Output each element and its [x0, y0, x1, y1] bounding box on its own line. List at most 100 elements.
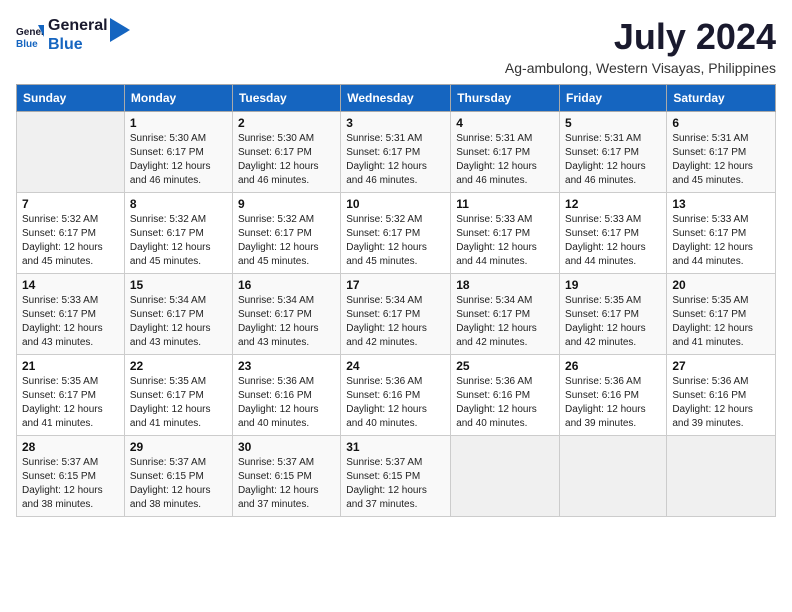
svg-text:General: General [16, 27, 44, 38]
day-info: Sunrise: 5:30 AMSunset: 6:17 PMDaylight:… [238, 132, 335, 188]
day-info: Sunrise: 5:35 AMSunset: 6:17 PMDaylight:… [22, 375, 119, 431]
day-info: Sunrise: 5:32 AMSunset: 6:17 PMDaylight:… [346, 213, 445, 269]
calendar-cell: 29 Sunrise: 5:37 AMSunset: 6:15 PMDayligh… [124, 436, 232, 517]
day-number: 19 [565, 278, 661, 292]
day-number: 15 [130, 278, 227, 292]
calendar-week-3: 14Sunrise: 5:33 AMSunset: 6:17 PMDayligh… [17, 274, 776, 355]
day-number: 7 [22, 197, 119, 211]
day-info: Sunrise: 5:30 AMSunset: 6:17 PMDaylight:… [130, 132, 227, 188]
day-number: 13 [672, 197, 770, 211]
day-header-saturday: Saturday [667, 85, 776, 112]
day-header-sunday: Sunday [17, 85, 125, 112]
title-block: July 2024 Ag-ambulong, Western Visayas, … [505, 16, 776, 76]
day-info: Sunrise: 5:35 AMSunset: 6:17 PMDaylight:… [565, 294, 661, 350]
day-number: 11 [456, 197, 554, 211]
day-number: 28 [22, 440, 119, 454]
day-number: 22 [130, 359, 227, 373]
logo-triangle-icon [110, 18, 130, 42]
day-info: Sunrise: 5:33 AMSunset: 6:17 PMDaylight:… [565, 213, 661, 269]
svg-text:Blue: Blue [16, 39, 38, 49]
calendar-cell: 26Sunrise: 5:36 AMSunset: 6:16 PMDayligh… [560, 355, 667, 436]
day-number: 27 [672, 359, 770, 373]
day-info: Sunrise: 5:33 AMSunset: 6:17 PMDaylight:… [456, 213, 554, 269]
calendar-cell: 19 Sunrise: 5:35 AMSunset: 6:17 PMDayligh… [560, 274, 667, 355]
calendar-cell: 18 Sunrise: 5:34 AMSunset: 6:17 PMDayligh… [451, 274, 560, 355]
day-number: 29 [130, 440, 227, 454]
calendar-cell: 7 Sunrise: 5:32 AMSunset: 6:17 PMDaylight… [17, 193, 125, 274]
calendar-cell: 5 Sunrise: 5:31 AMSunset: 6:17 PMDaylight… [560, 112, 667, 193]
day-info: Sunrise: 5:37 AMSunset: 6:15 PMDaylight:… [238, 456, 335, 512]
day-number: 8 [130, 197, 227, 211]
day-number: 16 [238, 278, 335, 292]
calendar-cell: 16 Sunrise: 5:34 AMSunset: 6:17 PMDayligh… [232, 274, 340, 355]
day-number: 31 [346, 440, 445, 454]
calendar-cell: 24 Sunrise: 5:36 AMSunset: 6:16 PMDayligh… [341, 355, 451, 436]
calendar-cell: 13 Sunrise: 5:33 AMSunset: 6:17 PMDayligh… [667, 193, 776, 274]
day-number: 6 [672, 116, 770, 130]
day-info: Sunrise: 5:36 AMSunset: 6:16 PMDaylight:… [346, 375, 445, 431]
day-info: Sunrise: 5:32 AMSunset: 6:17 PMDaylight:… [238, 213, 335, 269]
day-number: 21 [22, 359, 119, 373]
calendar-cell: 25 Sunrise: 5:36 AMSunset: 6:16 PMDayligh… [451, 355, 560, 436]
calendar-cell: 10 Sunrise: 5:32 AMSunset: 6:17 PMDayligh… [341, 193, 451, 274]
day-info: Sunrise: 5:37 AMSunset: 6:15 PMDaylight:… [22, 456, 119, 512]
day-info: Sunrise: 5:34 AMSunset: 6:17 PMDaylight:… [238, 294, 335, 350]
day-header-wednesday: Wednesday [341, 85, 451, 112]
day-info: Sunrise: 5:32 AMSunset: 6:17 PMDaylight:… [22, 213, 119, 269]
calendar-cell: 3 Sunrise: 5:31 AMSunset: 6:17 PMDaylight… [341, 112, 451, 193]
day-number: 25 [456, 359, 554, 373]
calendar-cell: 15Sunrise: 5:34 AMSunset: 6:17 PMDayligh… [124, 274, 232, 355]
day-number: 1 [130, 116, 227, 130]
calendar-cell [560, 436, 667, 517]
calendar-cell [667, 436, 776, 517]
location: Ag-ambulong, Western Visayas, Philippine… [505, 60, 776, 76]
day-number: 30 [238, 440, 335, 454]
calendar-cell: 2 Sunrise: 5:30 AMSunset: 6:17 PMDaylight… [232, 112, 340, 193]
calendar-cell: 14Sunrise: 5:33 AMSunset: 6:17 PMDayligh… [17, 274, 125, 355]
calendar-cell: 31 Sunrise: 5:37 AMSunset: 6:15 PMDayligh… [341, 436, 451, 517]
calendar-header-row: SundayMondayTuesdayWednesdayThursdayFrid… [17, 85, 776, 112]
day-info: Sunrise: 5:31 AMSunset: 6:17 PMDaylight:… [672, 132, 770, 188]
day-info: Sunrise: 5:36 AMSunset: 6:16 PMDaylight:… [672, 375, 770, 431]
calendar-cell: 23 Sunrise: 5:36 AMSunset: 6:16 PMDayligh… [232, 355, 340, 436]
calendar-cell [17, 112, 125, 193]
day-info: Sunrise: 5:33 AMSunset: 6:17 PMDaylight:… [672, 213, 770, 269]
day-info: Sunrise: 5:31 AMSunset: 6:17 PMDaylight:… [456, 132, 554, 188]
day-number: 18 [456, 278, 554, 292]
day-number: 26 [565, 359, 661, 373]
calendar-week-5: 28 Sunrise: 5:37 AMSunset: 6:15 PMDayligh… [17, 436, 776, 517]
calendar-table: SundayMondayTuesdayWednesdayThursdayFrid… [16, 84, 776, 517]
day-number: 24 [346, 359, 445, 373]
day-header-monday: Monday [124, 85, 232, 112]
day-header-thursday: Thursday [451, 85, 560, 112]
day-info: Sunrise: 5:31 AMSunset: 6:17 PMDaylight:… [346, 132, 445, 188]
day-info: Sunrise: 5:36 AMSunset: 6:16 PMDaylight:… [456, 375, 554, 431]
calendar-cell: 9 Sunrise: 5:32 AMSunset: 6:17 PMDaylight… [232, 193, 340, 274]
day-number: 2 [238, 116, 335, 130]
calendar-cell: 20Sunrise: 5:35 AMSunset: 6:17 PMDayligh… [667, 274, 776, 355]
day-number: 10 [346, 197, 445, 211]
calendar-cell: 30 Sunrise: 5:37 AMSunset: 6:15 PMDayligh… [232, 436, 340, 517]
calendar-week-1: 1 Sunrise: 5:30 AMSunset: 6:17 PMDaylight… [17, 112, 776, 193]
day-info: Sunrise: 5:32 AMSunset: 6:17 PMDaylight:… [130, 213, 227, 269]
day-number: 20 [672, 278, 770, 292]
calendar-cell: 17Sunrise: 5:34 AMSunset: 6:17 PMDayligh… [341, 274, 451, 355]
day-info: Sunrise: 5:31 AMSunset: 6:17 PMDaylight:… [565, 132, 661, 188]
calendar-week-2: 7 Sunrise: 5:32 AMSunset: 6:17 PMDaylight… [17, 193, 776, 274]
calendar-cell [451, 436, 560, 517]
logo-general: General [48, 16, 108, 35]
day-number: 5 [565, 116, 661, 130]
day-number: 9 [238, 197, 335, 211]
day-number: 17 [346, 278, 445, 292]
day-number: 3 [346, 116, 445, 130]
day-info: Sunrise: 5:34 AMSunset: 6:17 PMDaylight:… [456, 294, 554, 350]
day-number: 23 [238, 359, 335, 373]
day-info: Sunrise: 5:37 AMSunset: 6:15 PMDaylight:… [346, 456, 445, 512]
month-title: July 2024 [505, 16, 776, 58]
day-info: Sunrise: 5:37 AMSunset: 6:15 PMDaylight:… [130, 456, 227, 512]
calendar-cell: 11 Sunrise: 5:33 AMSunset: 6:17 PMDayligh… [451, 193, 560, 274]
page-header: General Blue General Blue July 2024 Ag-a… [16, 16, 776, 76]
day-number: 4 [456, 116, 554, 130]
day-info: Sunrise: 5:33 AMSunset: 6:17 PMDaylight:… [22, 294, 119, 350]
day-info: Sunrise: 5:36 AMSunset: 6:16 PMDaylight:… [238, 375, 335, 431]
